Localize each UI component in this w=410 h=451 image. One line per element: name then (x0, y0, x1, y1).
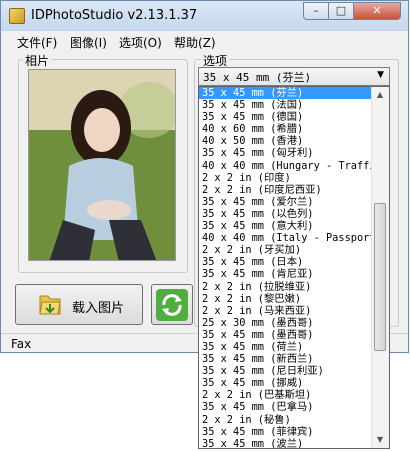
photo-group-label: 相片 (23, 52, 52, 69)
dropdown-item[interactable]: 25 x 30 mm (墨西哥) (199, 317, 373, 329)
dropdown-item[interactable]: 35 x 45 mm (荷兰) (199, 341, 373, 353)
dropdown-item[interactable]: 2 x 2 in (印度尼西亚) (199, 184, 373, 196)
folder-icon (39, 295, 61, 315)
dropdown-item-selected[interactable]: 35 x 45 mm (芬兰) (199, 87, 373, 100)
dropdown-item[interactable]: 35 x 45 mm (日本) (199, 256, 373, 268)
window-title: IDPhotoStudio v2.13.1.37 (31, 8, 198, 23)
dropdown-item[interactable]: 35 x 45 mm (以色列) (199, 208, 373, 220)
refresh-icon (156, 289, 188, 321)
menu-help[interactable]: 帮助(Z) (174, 34, 216, 51)
dropdown-item[interactable]: 2 x 2 in (巴基斯坦) (199, 389, 373, 401)
dropdown-item[interactable]: 35 x 45 mm (爱尔兰) (199, 196, 373, 208)
dropdown-item[interactable]: 2 x 2 in (马来西亚) (199, 305, 373, 317)
dropdown-item[interactable]: 35 x 45 mm (巴拿马) (199, 401, 373, 413)
dropdown-item[interactable]: 35 x 45 mm (肯尼亚) (199, 268, 373, 280)
chevron-down-icon: ▼ (377, 70, 384, 80)
combobox-value: 35 x 45 mm (芬兰) (203, 71, 312, 84)
dropdown-scrollbar[interactable]: ▲ ▼ (371, 87, 389, 448)
dropdown-item[interactable]: 35 x 45 mm (菲律宾) (199, 426, 373, 438)
size-dropdown-list[interactable]: 35 x 45 mm (芬兰) 35 x 45 mm (法国) 35 x 45 mm… (198, 86, 390, 449)
dropdown-item[interactable]: 35 x 45 mm (墨西哥) (199, 329, 373, 341)
dropdown-item[interactable]: 35 x 45 mm (法国) (199, 99, 373, 111)
dropdown-item[interactable]: 2 x 2 in (黎巴嫩) (199, 293, 373, 305)
dropdown-item[interactable]: 35 x 45 mm (意大利) (199, 220, 373, 232)
menu-image[interactable]: 图像(I) (70, 34, 107, 51)
maximize-button[interactable]: □ (328, 2, 354, 20)
app-icon (9, 8, 25, 24)
dropdown-item[interactable]: 35 x 45 mm (德国) (199, 111, 373, 123)
dropdown-item[interactable]: 40 x 40 mm (Italy - Passport (199, 232, 373, 244)
close-icon: ✕ (372, 4, 382, 17)
scroll-up-icon[interactable]: ▲ (372, 87, 388, 103)
scroll-down-icon[interactable]: ▼ (372, 432, 388, 448)
size-combobox[interactable]: 35 x 45 mm (芬兰) ▼ (198, 67, 390, 86)
close-button[interactable]: ✕ (353, 2, 401, 20)
minimize-icon: – (313, 4, 319, 17)
portrait-image (29, 70, 175, 260)
minimize-button[interactable]: – (303, 2, 329, 20)
dropdown-item[interactable]: 35 x 45 mm (尼日利亚) (199, 365, 373, 377)
load-image-button[interactable]: 载入图片 (15, 284, 143, 325)
maximize-icon: □ (335, 4, 347, 17)
photo-preview (28, 69, 176, 261)
title-bar[interactable]: IDPhotoStudio v2.13.1.37 – □ ✕ (1, 1, 408, 31)
scroll-thumb[interactable] (374, 203, 386, 351)
dropdown-item[interactable]: 2 x 2 in (秘鲁) (199, 414, 373, 426)
menu-options[interactable]: 选项(O) (119, 34, 162, 51)
menu-file[interactable]: 文件(F) (17, 34, 57, 51)
load-image-label: 载入图片 (72, 301, 125, 316)
dropdown-item[interactable]: 35 x 45 mm (波兰) (199, 438, 373, 448)
refresh-button[interactable] (151, 284, 193, 325)
dropdown-items: 35 x 45 mm (芬兰) 35 x 45 mm (法国) 35 x 45 mm… (199, 87, 373, 448)
dropdown-item[interactable]: 2 x 2 in (牙买加) (199, 244, 373, 256)
dropdown-item[interactable]: 35 x 45 mm (挪威) (199, 377, 373, 389)
dropdown-item[interactable]: 35 x 45 mm (匈牙利) (199, 147, 373, 159)
dropdown-item[interactable]: 2 x 2 in (拉脱维亚) (199, 281, 373, 293)
status-text: Fax (11, 337, 32, 351)
dropdown-item[interactable]: 40 x 60 mm (希腊) (199, 123, 373, 135)
dropdown-item[interactable]: 40 x 40 mm (Hungary - Traffi (199, 160, 373, 172)
menu-bar: 文件(F) 图像(I) 选项(O) 帮助(Z) (1, 32, 408, 51)
dropdown-item[interactable]: 35 x 45 mm (新西兰) (199, 353, 373, 365)
dropdown-item[interactable]: 40 x 50 mm (香港) (199, 135, 373, 147)
dropdown-item[interactable]: 2 x 2 in (印度) (199, 172, 373, 184)
